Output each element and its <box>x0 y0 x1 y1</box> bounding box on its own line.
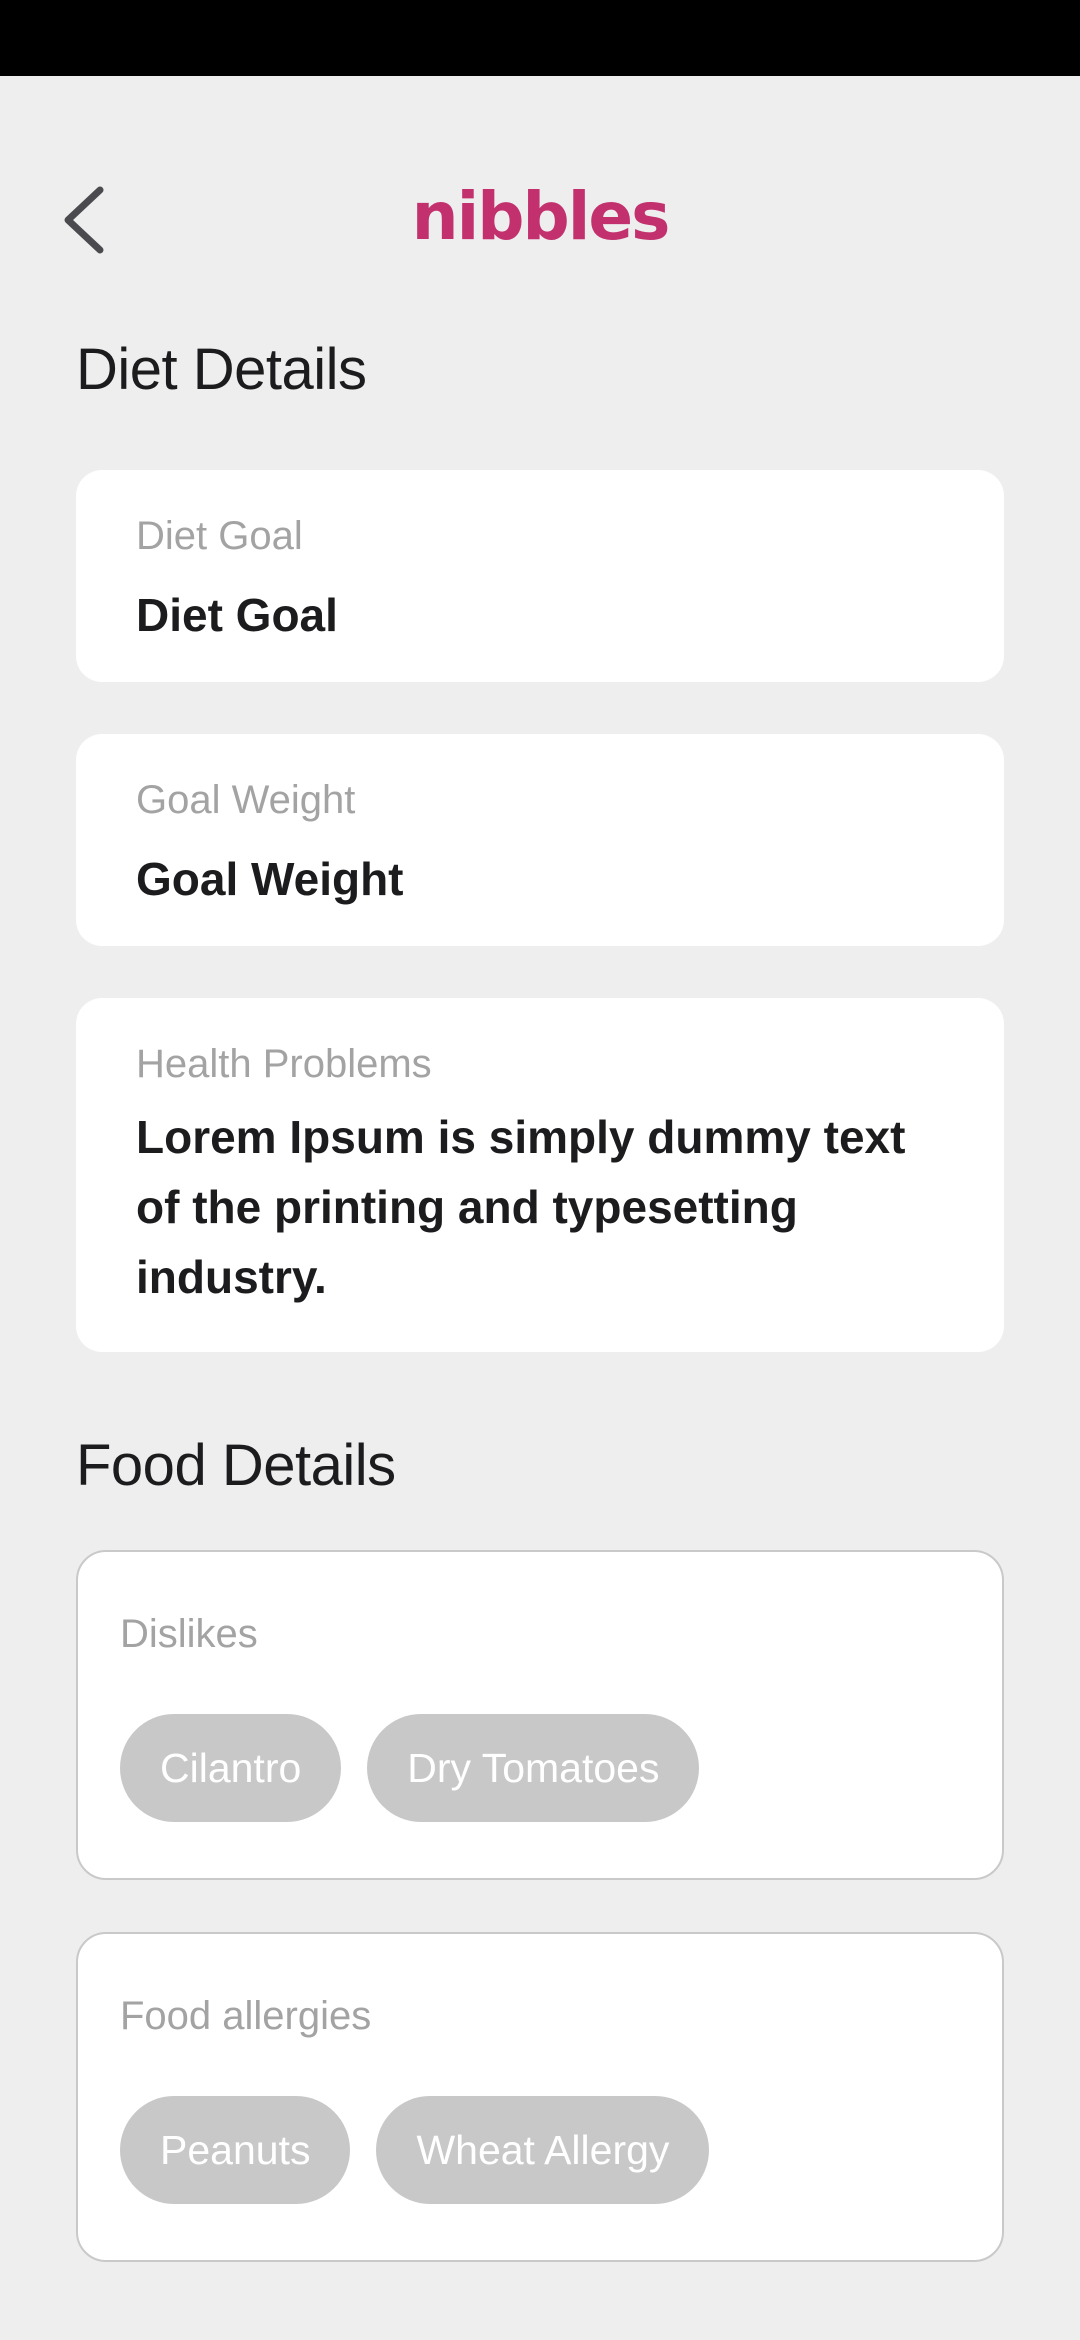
dislikes-chip-row: Cilantro Dry Tomatoes <box>120 1714 960 1822</box>
allergies-chip-row: Peanuts Wheat Allergy <box>120 2096 960 2204</box>
health-problems-value: Lorem Ipsum is simply dummy text of the … <box>136 1111 906 1303</box>
diet-goal-card[interactable]: Diet Goal Diet Goal <box>76 470 1004 682</box>
status-bar <box>0 0 1080 76</box>
allergy-chip[interactable]: Wheat Allergy <box>376 2096 710 2204</box>
dislikes-card: Dislikes Cilantro Dry Tomatoes <box>76 1550 1004 1880</box>
goal-weight-label: Goal Weight <box>136 778 356 822</box>
app-header: nibbles <box>0 150 1080 290</box>
food-details-title: Food Details <box>76 1433 396 1498</box>
food-allergies-card: Food allergies Peanuts Wheat Allergy <box>76 1932 1004 2262</box>
diet-goal-value: Diet Goal <box>136 589 338 641</box>
dislike-chip[interactable]: Dry Tomatoes <box>367 1714 700 1822</box>
allergy-chip[interactable]: Peanuts <box>120 2096 351 2204</box>
diet-goal-label: Diet Goal <box>136 514 303 558</box>
goal-weight-card[interactable]: Goal Weight Goal Weight <box>76 734 1004 946</box>
diet-details-title: Diet Details <box>76 337 367 402</box>
food-allergies-label: Food allergies <box>120 1994 372 2038</box>
app-logo: nibbles <box>411 178 671 255</box>
dislike-chip[interactable]: Cilantro <box>120 1714 342 1822</box>
health-problems-label: Health Problems <box>136 1042 432 1086</box>
dislikes-label: Dislikes <box>120 1612 258 1656</box>
goal-weight-value: Goal Weight <box>136 853 404 905</box>
health-problems-card[interactable]: Health Problems Lorem Ipsum is simply du… <box>76 998 1004 1352</box>
